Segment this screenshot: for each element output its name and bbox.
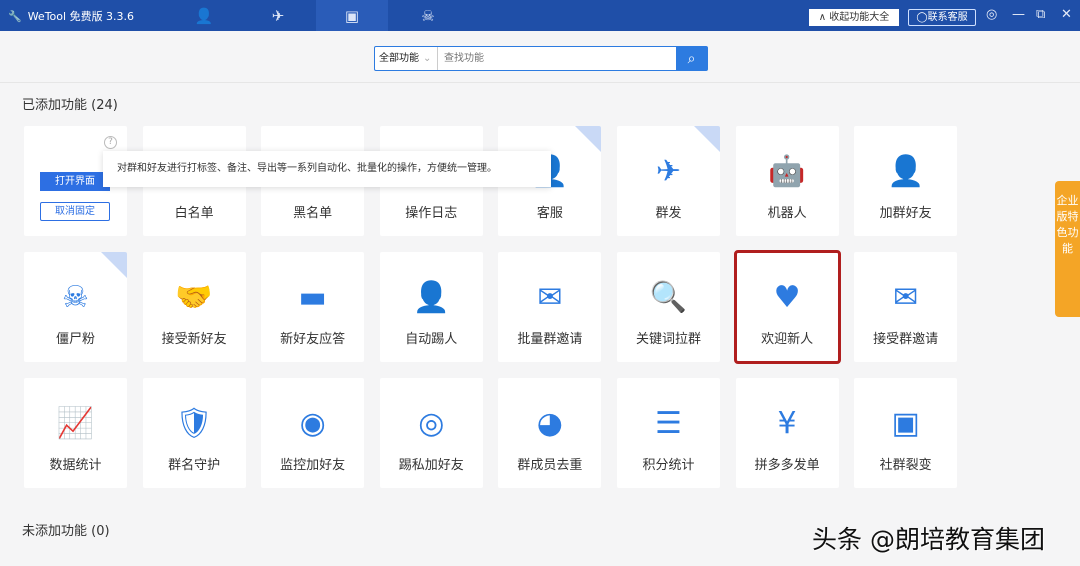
feature-label: 加群好友 xyxy=(879,206,932,221)
feature-label: 群名守护 xyxy=(168,458,221,473)
divider xyxy=(0,82,1080,83)
feature-label: 黑名单 xyxy=(293,206,333,221)
search-icon: ⌕ xyxy=(687,50,696,67)
feature-card[interactable]: 📈 数据统计 xyxy=(24,378,127,488)
feature-label: 积分统计 xyxy=(642,458,695,473)
feature-icon: ☰ xyxy=(655,406,682,441)
settings-icon[interactable]: ◎ xyxy=(986,7,997,22)
contact-support-button[interactable]: ◯联系客服 xyxy=(908,9,976,26)
feature-label: 群发 xyxy=(655,206,682,221)
feature-label: 客服 xyxy=(536,206,563,221)
feature-icon: ◉ xyxy=(299,406,326,441)
feature-icon: ✉ xyxy=(537,280,563,315)
feature-icon: ♥ xyxy=(773,280,801,315)
feature-label: 监控加好友 xyxy=(280,458,346,473)
watermark: 头条 @朗培教育集团 xyxy=(812,525,1045,554)
feature-label: 接受新好友 xyxy=(161,332,227,347)
wrench-icon: 🔧 xyxy=(8,9,22,23)
tooltip: 对群和好友进行打标签、备注、导出等一系列自动化、批量化的操作，方便统一管理。 xyxy=(103,151,551,187)
feature-label: 踢私加好友 xyxy=(398,458,464,473)
feature-icon: 🤖 xyxy=(768,154,806,189)
feature-label: 僵尸粉 xyxy=(55,332,95,347)
feature-label: 欢迎新人 xyxy=(761,332,814,347)
feature-icon: ◎ xyxy=(418,406,445,441)
customer-service-nav-icon[interactable]: 👤 xyxy=(168,0,240,31)
feature-icon: 🤝 xyxy=(175,280,213,315)
maximize-icon[interactable]: ⧉ xyxy=(1036,7,1045,22)
feature-card[interactable]: ✈ 群发 xyxy=(617,126,720,236)
feature-card[interactable]: ◉ 监控加好友 xyxy=(261,378,365,488)
feature-card[interactable]: ◎ 踢私加好友 xyxy=(379,378,483,488)
feature-card[interactable]: ▣ 社群裂变 xyxy=(854,378,958,488)
feature-card[interactable]: 🤝 接受新好友 xyxy=(142,252,246,362)
close-icon[interactable]: ✕ xyxy=(1061,7,1072,22)
open-interface-button[interactable]: 打开界面 xyxy=(40,172,110,191)
pin-icon xyxy=(694,126,720,152)
feature-icon: 🛡 xyxy=(175,406,214,441)
help-icon[interactable]: ? xyxy=(104,136,117,149)
contacts-nav-icon[interactable]: ▣ xyxy=(316,0,388,31)
feature-card[interactable]: ¥ 拼多多发单 xyxy=(735,378,839,488)
feature-label: 关键词拉群 xyxy=(635,332,701,347)
unpin-button[interactable]: 取消固定 xyxy=(40,202,110,221)
feature-label: 自动踢人 xyxy=(405,332,458,347)
title-bar: 🔧 WeTool 免费版 3.3.6 👤 ✈ ▣ ☠ ∧ 收起功能大全 ◯联系客服… xyxy=(0,0,1080,31)
feature-card[interactable]: ▬ 新好友应答 xyxy=(261,252,365,362)
app-title: 🔧 WeTool 免费版 3.3.6 xyxy=(8,9,135,24)
minimize-icon[interactable]: — xyxy=(1012,7,1025,22)
feature-icon: 👤 xyxy=(887,154,925,189)
feature-label: 白名单 xyxy=(174,206,214,221)
feature-card[interactable]: 🔍 关键词拉群 xyxy=(617,252,720,362)
feature-card[interactable]: ✉ 批量群邀请 xyxy=(498,252,602,362)
feature-label: 拼多多发单 xyxy=(754,458,820,473)
feature-card[interactable]: 🤖 机器人 xyxy=(735,126,839,236)
feature-card[interactable]: 👤 自动踢人 xyxy=(379,252,483,362)
feature-card[interactable]: ◕ 群成员去重 xyxy=(498,378,602,488)
feature-icon: ▣ xyxy=(891,406,920,441)
feature-label: 接受群邀请 xyxy=(873,332,939,347)
feature-icon: ◕ xyxy=(536,406,563,441)
pin-icon xyxy=(101,252,127,278)
feature-icon: 🔍 xyxy=(649,280,688,315)
feature-label: 机器人 xyxy=(767,206,807,221)
search-button[interactable]: ⌕ xyxy=(676,47,707,70)
feature-icon: ☠ xyxy=(62,280,89,315)
feature-icon: ✈ xyxy=(655,154,682,189)
enterprise-features-tab[interactable]: 企业版特色功能 xyxy=(1055,181,1080,317)
feature-icon: ▬ xyxy=(298,280,327,315)
feature-label: 批量群邀请 xyxy=(517,332,583,347)
feature-icon: 👤 xyxy=(412,280,450,315)
feature-card[interactable]: ✉ 接受群邀请 xyxy=(854,252,958,362)
feature-label: 新好友应答 xyxy=(280,332,346,347)
category-select[interactable]: 全部功能 ⌄ xyxy=(375,47,438,70)
search-bar: 全部功能⌄ ⌕ xyxy=(374,46,708,71)
send-nav-icon[interactable]: ✈ xyxy=(242,0,314,31)
feature-label: 社群裂变 xyxy=(879,458,932,473)
added-section-title: 已添加功能 (24) xyxy=(22,98,118,113)
feature-card[interactable]: 👤 加群好友 xyxy=(854,126,958,236)
feature-card[interactable]: ☠ 僵尸粉 xyxy=(24,252,127,362)
feature-card[interactable]: 🛡 群名守护 xyxy=(142,378,246,488)
feature-label: 操作日志 xyxy=(405,206,458,221)
feature-label: 数据统计 xyxy=(49,458,102,473)
pin-icon xyxy=(575,126,602,152)
feature-icon: ✉ xyxy=(893,280,919,315)
collapse-features-button[interactable]: ∧ 收起功能大全 xyxy=(809,9,899,26)
feature-card[interactable]: ♥ 欢迎新人 xyxy=(733,250,841,364)
feature-card[interactable]: ☰ 积分统计 xyxy=(617,378,720,488)
feature-icon: 📈 xyxy=(56,406,95,441)
skull-nav-icon[interactable]: ☠ xyxy=(392,0,464,31)
feature-label: 群成员去重 xyxy=(517,458,583,473)
chevron-down-icon: ⌄ xyxy=(423,53,432,64)
feature-icon: ¥ xyxy=(777,406,797,441)
not-added-section-title: 未添加功能 (0) xyxy=(22,524,110,539)
search-input[interactable] xyxy=(438,47,676,70)
